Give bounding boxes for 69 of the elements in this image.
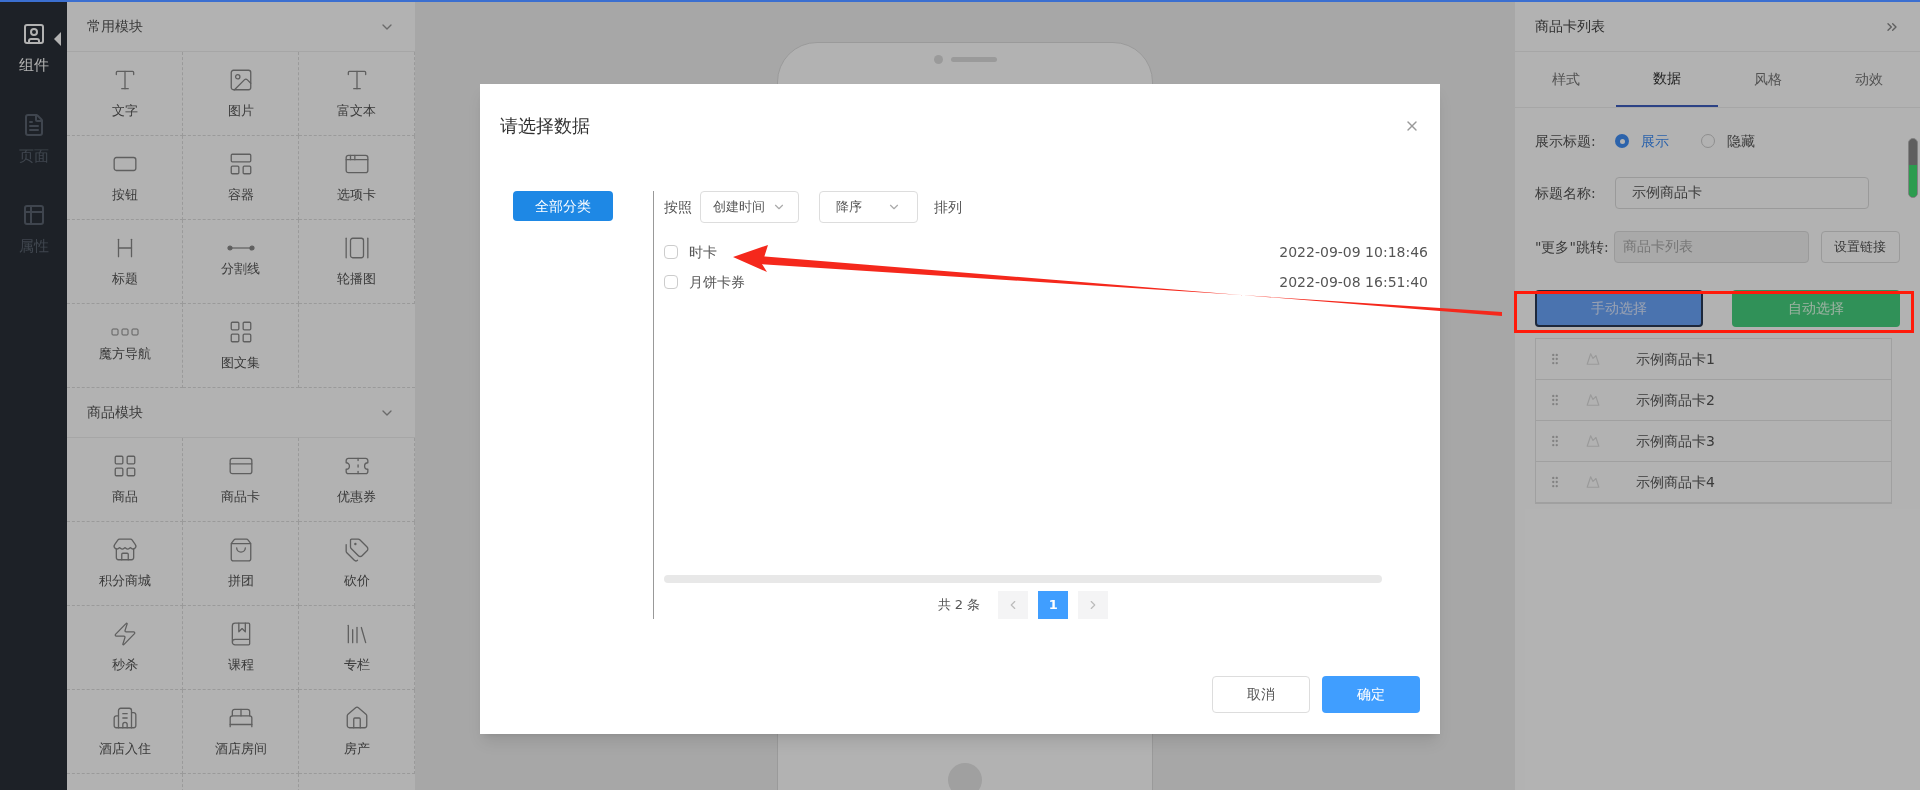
goods-row[interactable]: 示例商品卡2: [1536, 380, 1891, 421]
scrollbar[interactable]: [1908, 138, 1918, 198]
component-tile[interactable]: 砍价: [299, 522, 415, 606]
sort-label: 排列: [934, 197, 962, 217]
component-tile[interactable]: 拼团: [183, 522, 299, 606]
sort-order-select[interactable]: 降序: [819, 191, 918, 223]
sort-field-select[interactable]: 创建时间: [700, 191, 799, 223]
checkbox[interactable]: [664, 275, 678, 289]
image-placeholder-icon: [1586, 434, 1600, 448]
field-label: 标题名称:: [1535, 183, 1597, 203]
image-placeholder-icon: [1586, 393, 1600, 407]
goods-row[interactable]: 示例商品卡1: [1536, 339, 1891, 380]
checkbox[interactable]: [664, 245, 678, 259]
line-icon: [226, 244, 255, 251]
item-time: 2022-09-08 16:51:40: [1279, 272, 1428, 292]
category-button[interactable]: 全部分类: [512, 191, 613, 221]
component-tile[interactable]: 房产: [299, 690, 415, 774]
profile-icon: [21, 22, 46, 46]
dialog-title: 请选择数据: [500, 114, 590, 138]
component-tile[interactable]: 选项卡: [299, 136, 415, 220]
component-tile[interactable]: 优惠券: [299, 438, 415, 522]
speaker-slot: [950, 57, 997, 62]
component-tile[interactable]: 商品卡: [183, 438, 299, 522]
item-name: 月饼卡券: [689, 272, 745, 292]
component-tile[interactable]: 魔方导航: [67, 304, 183, 388]
squares-icon: [110, 327, 139, 336]
component-tile[interactable]: 专栏: [299, 606, 415, 690]
component-tile[interactable]: 图文集: [183, 304, 299, 388]
image-placeholder-icon: [1586, 475, 1600, 489]
title-input[interactable]: 示例商品卡: [1615, 177, 1869, 209]
section-title: 常用模块: [87, 17, 143, 36]
radio-button[interactable]: [1615, 134, 1629, 148]
component-tile[interactable]: 课程: [183, 606, 299, 690]
section-title: 商品模块: [87, 403, 143, 422]
total-count: 共 2 条: [937, 596, 981, 615]
goods-row[interactable]: 示例商品卡4: [1536, 462, 1891, 503]
field-label: 展示标题:: [1535, 131, 1597, 151]
selection-notch: [53, 32, 61, 46]
component-tile[interactable]: 商品: [67, 438, 183, 522]
component-tile[interactable]: 酒店房间: [183, 690, 299, 774]
component-tile[interactable]: 轮播图: [299, 220, 415, 304]
store-icon: [111, 536, 138, 563]
radio-option[interactable]: 展示: [1615, 130, 1669, 152]
component-tile[interactable]: 容器: [183, 136, 299, 220]
component-tile[interactable]: 秒杀: [67, 606, 183, 690]
table-icon: [21, 203, 46, 227]
component-tile[interactable]: 图片: [183, 52, 299, 136]
nav-item[interactable]: 组件: [18, 22, 49, 77]
component-tile[interactable]: 酒店入住: [67, 690, 183, 774]
sort-label: 按照: [664, 197, 692, 217]
tag-icon: [343, 536, 370, 563]
item-name: 时卡: [689, 242, 717, 262]
panel-tab[interactable]: 数据: [1616, 52, 1718, 107]
component-tile[interactable]: 文字: [67, 52, 183, 136]
panel-tab[interactable]: 风格: [1717, 52, 1819, 107]
component-tile[interactable]: 富文本: [299, 52, 415, 136]
image-placeholder-icon: [1586, 352, 1600, 366]
goods-row[interactable]: 示例商品卡3: [1536, 421, 1891, 462]
cancel-button[interactable]: 取消: [1212, 676, 1310, 713]
component-tile[interactable]: 积分商城: [67, 522, 183, 606]
component-tile[interactable]: 分割线: [183, 220, 299, 304]
field-label: "更多"跳转:: [1535, 237, 1610, 257]
item-time: 2022-09-09 10:18:46: [1279, 242, 1428, 262]
panel-tab[interactable]: 动效: [1818, 52, 1920, 107]
component-tile[interactable]: 标题: [67, 220, 183, 304]
radio-option[interactable]: 隐藏: [1701, 130, 1755, 152]
panel-title: 商品卡列表: [1535, 17, 1605, 36]
component-tile[interactable]: 按钮: [67, 136, 183, 220]
panel-tab[interactable]: 样式: [1515, 52, 1617, 107]
